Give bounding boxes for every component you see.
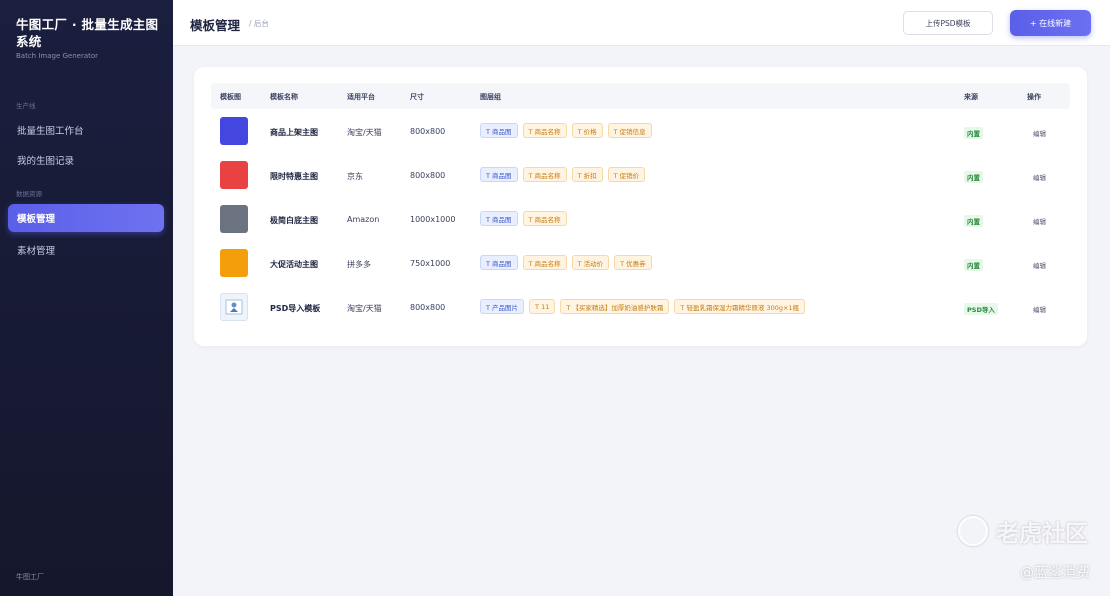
brand-title: 牛图工厂 · 批量生成主图系统	[16, 17, 159, 49]
table-header: 模板图 模板名称 适用平台 尺寸 图层组 来源 操作	[211, 83, 1070, 109]
watermark: 老虎社区	[958, 514, 1088, 548]
table-row: 商品上架主图 淘宝/天猫 800x800 T 商品图 T 商品名称 T 价格 T 促销信息 内…	[211, 117, 1070, 161]
layer-tag: T 11	[529, 299, 556, 314]
layer-group-list: T 商品图 T 商品名称 T 活动价 T 优惠券	[480, 255, 652, 270]
layer-tag: T 产品图片	[480, 299, 525, 314]
new-online-button[interactable]: + 在线新建	[1010, 10, 1091, 36]
layer-tag: T 【买家精选】加厚奶油感护肤霜	[560, 299, 670, 314]
source-badge: 内置	[964, 259, 983, 271]
layer-group-list: T 商品图 T 商品名称 T 折扣 T 促销价	[480, 167, 646, 182]
source-badge: 内置	[964, 215, 983, 227]
layer-group-list: T 产品图片 T 11 T 【买家精选】加厚奶油感护肤霜 T 轻盈乳霜保湿力霜精华原液…	[480, 299, 806, 314]
layer-tag: T 商品名称	[522, 167, 567, 182]
template-name: 限时特惠主图	[270, 172, 318, 181]
breadcrumb: / 后台	[249, 19, 269, 28]
sidebar-item-template-management[interactable]: 模板管理	[8, 204, 164, 232]
template-size: 750x1000	[410, 259, 451, 268]
layer-group-list: T 商品图 T 商品名称 T 价格 T 促销信息	[480, 123, 652, 138]
template-size: 800x800	[410, 303, 446, 312]
sidebar-item-batch-workbench[interactable]: 批量生图工作台	[8, 116, 164, 144]
layer-group-list: T 商品图 T 商品名称	[480, 211, 567, 226]
template-size: 800x800	[410, 171, 446, 180]
platform: 淘宝/天猫	[347, 304, 382, 313]
template-name: 极简白底主图	[270, 216, 318, 225]
layer-tag: T 商品图	[480, 211, 518, 226]
edit-action-link[interactable]: 编辑	[1033, 304, 1046, 314]
layer-tag: T 商品图	[480, 167, 518, 182]
edit-action-link[interactable]: 编辑	[1033, 260, 1046, 270]
layer-tag: T 商品名称	[522, 123, 567, 138]
sidebar-item-my-records[interactable]: 我的生图记录	[8, 146, 164, 174]
layer-tag: T 商品名称	[522, 211, 567, 226]
edit-action-link[interactable]: 编辑	[1033, 172, 1046, 182]
platform: 淘宝/天猫	[347, 128, 382, 137]
edit-action-link[interactable]: 编辑	[1033, 216, 1046, 226]
layer-tag: T 促销价	[607, 167, 646, 182]
table-row: 极简白底主图 Amazon 1000x1000 T 商品图 T 商品名称 内置 编辑	[211, 205, 1070, 249]
template-size: 1000x1000	[410, 215, 456, 224]
sidebar-section-label: 生产线	[16, 102, 36, 110]
template-name: 大促活动主图	[270, 260, 318, 269]
column-header: 图层组	[480, 93, 501, 101]
template-name: PSD导入模板	[270, 304, 321, 313]
tiger-logo-icon	[958, 516, 988, 546]
table-row: 限时特惠主图 京东 800x800 T 商品图 T 商品名称 T 折扣 T 促销价 内置 编辑	[211, 161, 1070, 205]
page-title: 模板管理	[190, 18, 241, 33]
source-badge: 内置	[964, 127, 983, 139]
template-name: 商品上架主图	[270, 128, 318, 137]
edit-action-link[interactable]: 编辑	[1033, 128, 1046, 138]
column-header: 操作	[1027, 93, 1041, 101]
column-header: 适用平台	[347, 93, 375, 101]
source-badge: 内置	[964, 171, 983, 183]
layer-tag: T 商品名称	[522, 255, 567, 270]
layer-tag: T 轻盈乳霜保湿力霜精华原液 300g×1瓶	[674, 299, 806, 314]
column-header: 尺寸	[410, 93, 424, 101]
layer-tag: T 优惠券	[614, 255, 652, 270]
platform: 京东	[347, 172, 363, 181]
layer-tag: T 促销信息	[607, 123, 652, 138]
template-thumbnail	[220, 117, 248, 145]
sidebar: 牛图工厂 · 批量生成主图系统 Batch Image Generator 生产…	[0, 0, 173, 596]
platform: Amazon	[347, 215, 380, 224]
layer-tag: T 商品图	[480, 123, 518, 138]
watermark-handle: @蓝鲨消费	[1020, 565, 1090, 581]
layer-tag: T 商品图	[480, 255, 518, 270]
column-header: 模板图	[220, 93, 241, 101]
table-row: 大促活动主图 拼多多 750x1000 T 商品图 T 商品名称 T 活动价 T 优惠券 内置…	[211, 249, 1070, 293]
table-row: PSD导入模板 淘宝/天猫 800x800 T 产品图片 T 11 T 【买家精选】加厚奶…	[211, 293, 1070, 337]
sidebar-section-label: 数据资源	[16, 190, 42, 198]
template-size: 800x800	[410, 127, 446, 136]
template-thumbnail	[220, 161, 248, 189]
layer-tag: T 价格	[571, 123, 603, 138]
watermark-text: 老虎社区	[996, 521, 1088, 547]
layer-tag: T 活动价	[571, 255, 610, 270]
platform: 拼多多	[347, 260, 371, 269]
column-header: 模板名称	[270, 93, 298, 101]
top-header: 模板管理 / 后台 上传PSD模板 + 在线新建	[173, 0, 1110, 46]
template-table-card: 模板图 模板名称 适用平台 尺寸 图层组 来源 操作 商品上架主图 淘宝/天猫 80…	[194, 67, 1087, 346]
upload-psd-button[interactable]: 上传PSD模板	[903, 11, 993, 35]
brand-subtitle: Batch Image Generator	[16, 52, 99, 60]
template-thumbnail	[220, 249, 248, 277]
template-thumbnail	[220, 205, 248, 233]
sidebar-footer: 牛图工厂	[16, 573, 44, 581]
source-badge: PSD导入	[964, 303, 998, 315]
column-header: 来源	[964, 93, 978, 101]
layer-tag: T 折扣	[571, 167, 603, 182]
sidebar-item-asset-management[interactable]: 素材管理	[8, 236, 164, 264]
psd-preview-image	[220, 293, 248, 321]
